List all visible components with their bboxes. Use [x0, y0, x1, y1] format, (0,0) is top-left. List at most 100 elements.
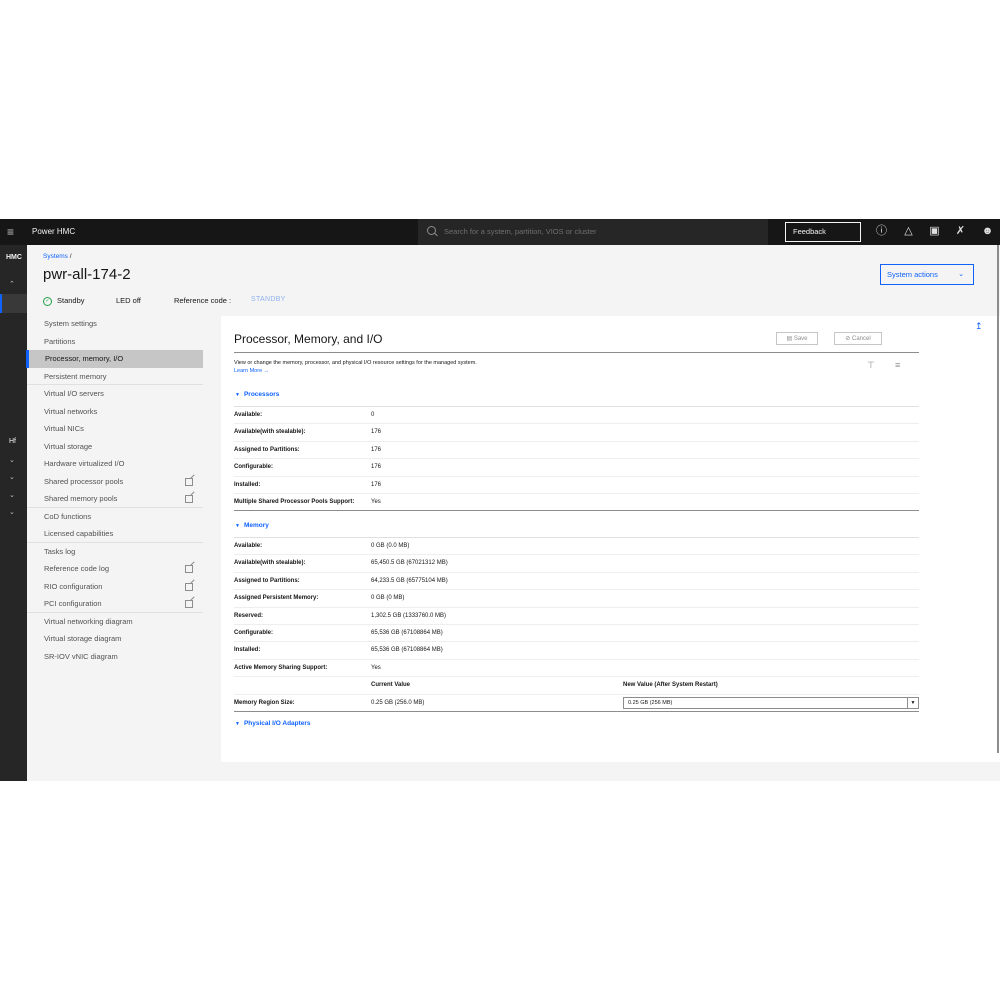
chevron-down-icon[interactable]: ⌄ [9, 491, 15, 499]
rail-hf-label[interactable]: Hf [9, 438, 16, 445]
nav-virtual-io-servers[interactable]: Virtual I/O servers [27, 385, 203, 403]
table-row: Active Memory Sharing Support: Yes [234, 660, 919, 678]
panel-title: Processor, Memory, and I/O [234, 332, 383, 346]
save-button[interactable]: ▤ Save [776, 332, 818, 345]
row-label: Available: [234, 412, 263, 418]
nav-hardware-virtualized-io[interactable]: Hardware virtualized I/O [27, 455, 203, 473]
nav-partitions[interactable]: Partitions [27, 333, 203, 351]
launch-icon [185, 565, 193, 573]
row-value: 0 [371, 412, 375, 418]
left-rail: HMC ⌃ Hf ⌄ ⌄ ⌄ ⌄ [0, 245, 27, 781]
chevron-down-icon: ⌄ [958, 271, 964, 278]
learn-more-link[interactable]: Learn More → [234, 368, 269, 374]
vertical-scrollbar[interactable] [997, 245, 999, 753]
nav-rio-configuration[interactable]: RIO configuration [27, 578, 203, 596]
rail-selected-item[interactable] [0, 294, 27, 313]
nav-label: RIO configuration [44, 581, 103, 591]
upload-icon[interactable]: ↥ [975, 321, 983, 332]
launch-icon [185, 600, 193, 608]
menu-icon[interactable]: ≡ [7, 226, 19, 238]
table-row: Available(with stealable): 65,450.5 GB (6… [234, 555, 919, 573]
page-header: Systems / pwr-all-174-2 ✓ Standby LED off… [27, 245, 1000, 313]
collapse-all-icon[interactable]: ⊤ [867, 360, 875, 371]
notification-bell-icon[interactable]: △ [902, 225, 915, 238]
panel-description: View or change the memory, processor, an… [234, 360, 477, 366]
row-value: 176 [371, 464, 382, 471]
nav-virtual-networking-diagram[interactable]: Virtual networking diagram [27, 613, 203, 631]
processors-table: Available: 0 Available(with stealable): 17… [234, 406, 919, 512]
expand-all-icon[interactable]: ≡ [895, 360, 900, 370]
user-avatar-icon[interactable]: ☻ [981, 225, 994, 238]
row-value: 176 [371, 481, 382, 488]
nav-label: Virtual storage diagram [44, 634, 122, 643]
memory-heading: Memory [243, 522, 269, 529]
nav-persistent-memory[interactable]: Persistent memory [27, 368, 203, 385]
nav-pci-configuration[interactable]: PCI configuration [27, 595, 203, 613]
nav-label: Shared processor pools [44, 476, 124, 486]
table-row: Configurable: 65,536 GB (67108864 MB) [234, 625, 919, 643]
processors-section-toggle[interactable]: ▼ Processors [235, 391, 279, 398]
row-label: Configurable: [234, 629, 273, 636]
nav-label: Virtual I/O servers [44, 389, 104, 398]
caret-down-icon: ▼ [235, 523, 240, 529]
chevron-down-icon[interactable]: ⌄ [9, 456, 15, 464]
nav-label: CoD functions [44, 511, 92, 521]
system-actions-button[interactable]: System actions ⌄ [880, 264, 974, 285]
nav-system-settings[interactable]: System settings [27, 315, 203, 333]
nav-label: SR-IOV vNIC diagram [44, 651, 118, 661]
nav-licensed-capabilities[interactable]: Licensed capabilities [27, 525, 203, 543]
row-value: 176 [371, 429, 382, 436]
row-label: Available(with stealable): [234, 560, 306, 567]
row-value: 1,302.5 GB (1333760.0 MB) [371, 612, 447, 619]
nav-virtual-nics[interactable]: Virtual NICs [27, 420, 203, 438]
nav-label: PCI configuration [44, 599, 102, 608]
global-search[interactable]: Search for a system, partition, VIOS or … [418, 219, 768, 245]
table-row: Installed: 65,536 GB (67108864 MB) [234, 642, 919, 660]
nav-reference-code-log[interactable]: Reference code log [27, 560, 203, 578]
nav-shared-processor-pools[interactable]: Shared processor pools [27, 473, 203, 491]
row-value: 65,536 GB (67108864 MB) [371, 629, 443, 636]
nav-label: Virtual networking diagram [44, 616, 133, 626]
table-row: Available(with stealable): 176 [234, 424, 919, 442]
memory-section-toggle[interactable]: ▼ Memory [235, 522, 269, 529]
nav-virtual-networks[interactable]: Virtual networks [27, 403, 203, 421]
memory-region-size-select[interactable]: 0.25 GB (256 MB) ▼ [623, 696, 919, 709]
chevron-down-icon[interactable]: ⌄ [9, 508, 15, 516]
table-row: Installed: 176 [234, 477, 919, 494]
row-value: Yes [371, 498, 381, 505]
breadcrumb: Systems / [43, 253, 72, 260]
cancel-button[interactable]: ⊘ Cancel [834, 332, 882, 345]
help-icon[interactable]: ⓘ [875, 225, 888, 238]
row-label: Installed: [234, 481, 261, 488]
memory-table: Available: 0 GB (0.0 MB) Available(with s… [234, 537, 919, 712]
reference-code-value: STANDBY [251, 296, 286, 303]
chevron-down-icon[interactable]: ⌄ [9, 473, 15, 481]
wrench-icon[interactable]: ✗ [954, 225, 967, 238]
nav-label: Reference code log [44, 564, 110, 573]
feedback-button[interactable]: Feedback [785, 222, 861, 242]
nav-cod-functions[interactable]: CoD functions [27, 508, 203, 526]
nav-virtual-storage-diagram[interactable]: Virtual storage diagram [27, 630, 203, 648]
row-label: Installed: [234, 647, 261, 654]
row-label: Active Memory Sharing Support: [234, 664, 328, 671]
search-input[interactable]: Search for a system, partition, VIOS or … [444, 227, 597, 236]
row-label: Assigned Persistent Memory: [234, 595, 319, 602]
nav-processor-memory-io[interactable]: Processor, memory, I/O [26, 350, 203, 368]
launch-icon [185, 582, 193, 591]
nav-sr-iov-vnic-diagram[interactable]: SR-IOV vNIC diagram [27, 648, 203, 666]
title-divider [234, 352, 919, 353]
clipboard-icon[interactable]: ▣ [928, 225, 941, 238]
breadcrumb-systems-link[interactable]: Systems [43, 253, 68, 260]
new-value-header: New Value (After System Restart) [623, 682, 718, 689]
nav-virtual-storage[interactable]: Virtual storage [27, 438, 203, 456]
breadcrumb-separator: / [69, 253, 72, 260]
region-current-value: 0.25 GB (256.0 MB) [371, 699, 425, 706]
reference-code-label: Reference code : [174, 296, 232, 305]
rail-hmc-label[interactable]: HMC [6, 254, 22, 261]
nav-label: Virtual networks [44, 406, 98, 416]
hmc-app: ≡ Power HMC Search for a system, partiti… [0, 219, 1000, 781]
chevron-up-icon[interactable]: ⌃ [9, 280, 15, 288]
physical-io-section-toggle[interactable]: ▼ Physical I/O Adapters [235, 720, 311, 727]
nav-tasks-log[interactable]: Tasks log [27, 543, 203, 561]
nav-shared-memory-pools[interactable]: Shared memory pools [27, 490, 203, 508]
